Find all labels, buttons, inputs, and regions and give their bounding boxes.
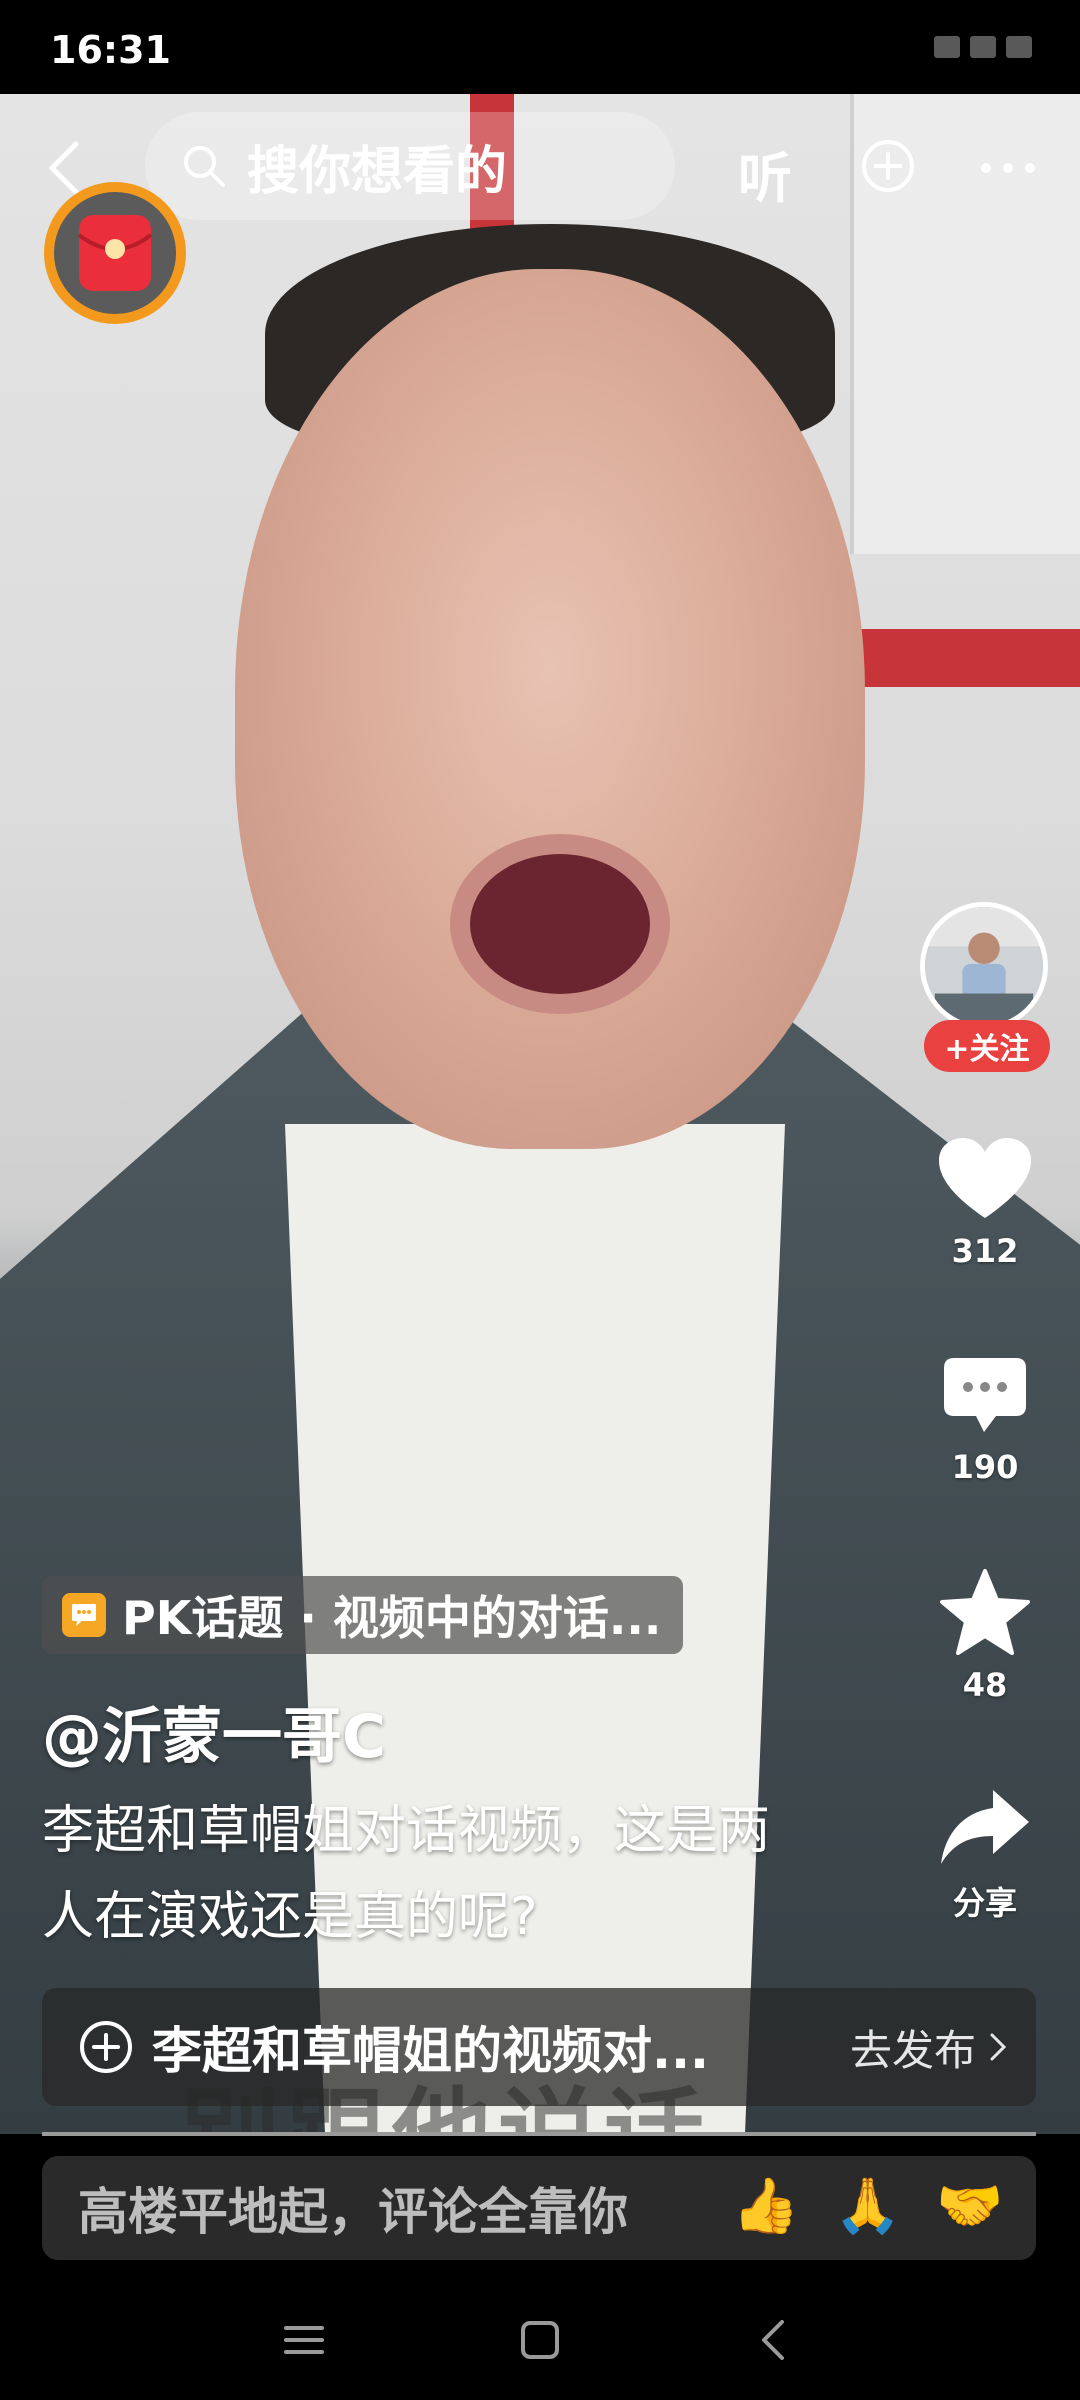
search-icon: [184, 146, 225, 187]
chevron-right-icon: [990, 2033, 1007, 2061]
status-bar: 16:31: [0, 0, 1080, 94]
follow-button[interactable]: +关注: [924, 1020, 1050, 1072]
person-face: [235, 269, 865, 1149]
video-description: 李超和草帽姐对话视频，这是两 人在演戏还是真的呢?: [42, 1788, 882, 1960]
description-line-1: 李超和草帽姐对话视频，这是两: [42, 1801, 771, 1861]
add-circle-icon: [80, 2021, 132, 2073]
status-time: 16:31: [50, 28, 171, 72]
like-button[interactable]: 312: [920, 1136, 1050, 1270]
pk-topic-text: PK话题 · 视频中的对话...: [122, 1591, 662, 1645]
pray-emoji-button[interactable]: 🙏: [834, 2174, 901, 2238]
back-triangle-icon[interactable]: [752, 2318, 796, 2362]
background-red-bar: [850, 629, 1080, 687]
listen-button[interactable]: 听: [738, 134, 792, 213]
comment-count: 190: [951, 1448, 1019, 1486]
person-mouth: [470, 854, 650, 994]
comment-button[interactable]: 190: [920, 1354, 1050, 1486]
share-label: 分享: [952, 1884, 1017, 1922]
status-icons: [934, 36, 1032, 58]
share-arrow-icon: [941, 1790, 1029, 1864]
chat-icon: [62, 1593, 106, 1637]
thumbs-up-emoji-button[interactable]: 👍: [732, 2174, 799, 2238]
like-count: 312: [951, 1232, 1019, 1270]
heart-icon: [939, 1138, 1031, 1218]
publish-topic-bar[interactable]: 李超和草帽姐的视频对... 去发布: [42, 1988, 1036, 2106]
red-packet-button[interactable]: [44, 182, 186, 324]
star-icon: [940, 1569, 1030, 1655]
comment-placeholder: 高楼平地起，评论全靠你: [78, 2183, 628, 2241]
red-envelope-icon: [77, 215, 153, 291]
home-square-icon[interactable]: [518, 2318, 562, 2362]
publish-button[interactable]: 去发布: [850, 2017, 976, 2078]
search-placeholder: 搜你想看的: [247, 141, 508, 202]
add-circle-icon[interactable]: [860, 138, 916, 194]
handshake-emoji-button[interactable]: 🤝: [936, 2174, 1003, 2238]
menu-icon[interactable]: [282, 2318, 326, 2362]
share-button[interactable]: 分享: [920, 1786, 1050, 1924]
pk-topic-tag[interactable]: PK话题 · 视频中的对话...: [42, 1576, 684, 1654]
system-nav-bar: [0, 2280, 1080, 2400]
comment-input[interactable]: 高楼平地起，评论全靠你 👍 🙏 🤝: [42, 2156, 1036, 2260]
more-icon[interactable]: [978, 160, 1038, 176]
video-progress-bar[interactable]: [42, 2132, 1036, 2136]
favorite-count: 48: [962, 1666, 1008, 1704]
search-box[interactable]: 搜你想看的: [145, 112, 675, 220]
author-handle[interactable]: @沂蒙一哥C: [42, 1688, 386, 1775]
avatar-photo: [925, 907, 1043, 1025]
favorite-button[interactable]: 48: [920, 1568, 1050, 1704]
publish-topic-text: 李超和草帽姐的视频对...: [152, 2022, 709, 2080]
description-line-2: 人在演戏还是真的呢?: [42, 1887, 538, 1947]
comment-bubble-icon: [944, 1358, 1026, 1432]
author-avatar[interactable]: [920, 902, 1048, 1030]
